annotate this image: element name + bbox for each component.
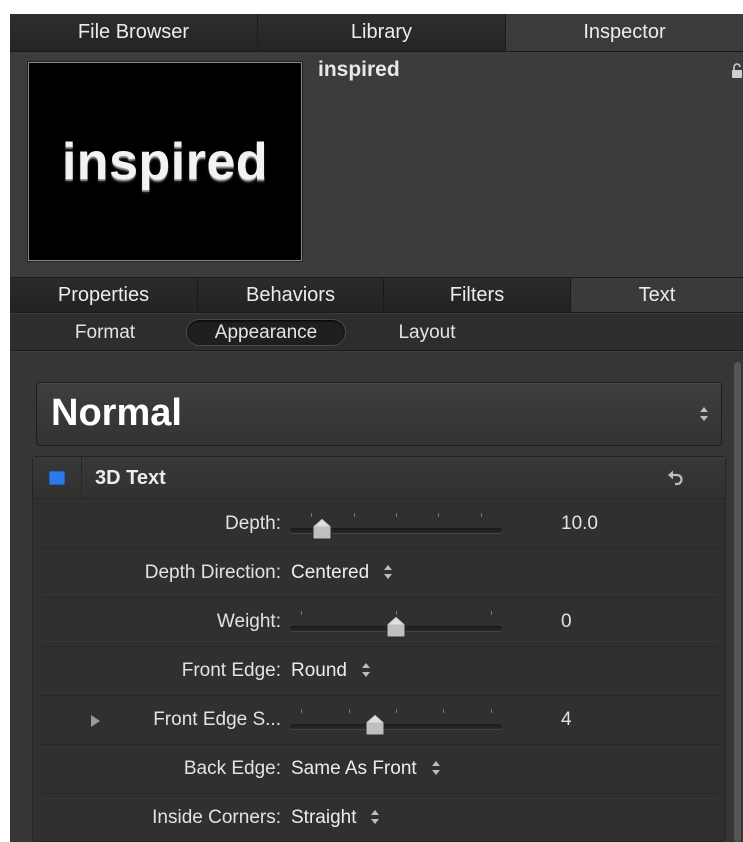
divider [81, 457, 82, 499]
preset-label: Normal [51, 392, 182, 434]
front-edge-size-slider[interactable] [290, 701, 504, 741]
depth-direction-label: Depth Direction: [144, 562, 281, 583]
front-edge-row: Front Edge: Round [41, 648, 719, 696]
enable-3d-text-checkbox[interactable] [49, 471, 65, 485]
text-sub-tab-bar: Format Appearance Layout [10, 314, 743, 351]
inspector-window: File Browser Library Inspector inspired … [10, 14, 743, 842]
vertical-scrollbar[interactable] [734, 362, 741, 842]
slider-thumb[interactable] [385, 615, 407, 639]
style-preset-popup[interactable]: Normal [36, 382, 722, 446]
slider-tick [301, 611, 302, 615]
lock-icon[interactable] [731, 62, 743, 80]
up-down-arrows-icon [431, 761, 440, 775]
group-3d-text: 3D Text Depth: 10.0 Depth Direction: Cen… [32, 456, 726, 842]
depth-label: Depth: [225, 513, 281, 534]
back-edge-popup[interactable]: Same As Front [291, 758, 441, 780]
depth-slider[interactable] [290, 505, 504, 545]
inside-corners-value: Straight [291, 807, 357, 828]
slider-thumb[interactable] [311, 517, 333, 541]
up-down-arrows-icon [362, 663, 370, 677]
top-tab-bar: File Browser Library Inspector [10, 14, 743, 52]
up-down-arrows-icon [700, 407, 708, 421]
inside-corners-row: Inside Corners: Straight [41, 795, 719, 842]
front-edge-label: Front Edge: [181, 660, 281, 681]
weight-row: Weight: 0 [41, 599, 719, 647]
slider-tick [354, 513, 355, 517]
group-header: 3D Text [33, 457, 725, 499]
tab-behaviors[interactable]: Behaviors [198, 278, 384, 312]
appearance-pane: Normal 3D Text Depth: 10.0 Depth Directi… [10, 352, 743, 842]
front-edge-size-label: Front Edge S... [153, 709, 281, 730]
slider-tick [396, 513, 397, 517]
tab-text[interactable]: Text [571, 278, 743, 312]
preview-thumbnail: inspired [28, 62, 302, 261]
tab-file-browser[interactable]: File Browser [10, 14, 258, 51]
inside-corners-popup[interactable]: Straight [291, 807, 380, 829]
slider-tick [491, 709, 492, 713]
disclosure-triangle-icon[interactable] [91, 715, 100, 727]
preview-text: inspired [61, 132, 269, 191]
weight-label: Weight: [216, 611, 281, 632]
slider-track [290, 724, 502, 729]
inside-corners-label: Inside Corners: [152, 807, 281, 828]
front-edge-size-value[interactable]: 4 [561, 709, 572, 731]
depth-row: Depth: 10.0 [41, 501, 719, 549]
back-edge-label: Back Edge: [183, 758, 281, 779]
slider-tick [396, 709, 397, 713]
reset-arrow-icon[interactable] [667, 469, 685, 489]
slider-tick [481, 513, 482, 517]
group-title: 3D Text [95, 467, 166, 489]
front-edge-popup[interactable]: Round [291, 660, 371, 682]
back-edge-row: Back Edge: Same As Front [41, 746, 719, 794]
inspector-tab-bar: Properties Behaviors Filters Text [10, 277, 743, 313]
tab-library[interactable]: Library [258, 14, 506, 51]
subtab-layout[interactable]: Layout [372, 319, 482, 346]
depth-direction-value: Centered [291, 562, 370, 583]
back-edge-value: Same As Front [291, 758, 417, 779]
tab-inspector[interactable]: Inspector [506, 14, 743, 51]
depth-value[interactable]: 10.0 [561, 513, 598, 535]
up-down-arrows-icon [384, 565, 393, 579]
slider-tick [491, 611, 492, 615]
item-name: inspired [318, 58, 400, 81]
tab-filters[interactable]: Filters [384, 278, 571, 312]
slider-tick [349, 709, 350, 713]
slider-tick [438, 513, 439, 517]
depth-direction-popup[interactable]: Centered [291, 562, 393, 584]
subtab-format[interactable]: Format [50, 319, 160, 346]
weight-value[interactable]: 0 [561, 611, 572, 633]
tab-properties[interactable]: Properties [10, 278, 198, 312]
slider-tick [443, 709, 444, 713]
subtab-appearance[interactable]: Appearance [186, 319, 346, 346]
depth-direction-row: Depth Direction: Centered [41, 550, 719, 598]
front-edge-size-row: Front Edge S... 4 [41, 697, 719, 745]
front-edge-value: Round [291, 660, 347, 681]
slider-thumb[interactable] [364, 713, 386, 737]
slider-tick [301, 709, 302, 713]
inspector-header: inspired inspired [10, 52, 743, 276]
up-down-arrows-icon [371, 810, 380, 824]
weight-slider[interactable] [290, 603, 504, 643]
